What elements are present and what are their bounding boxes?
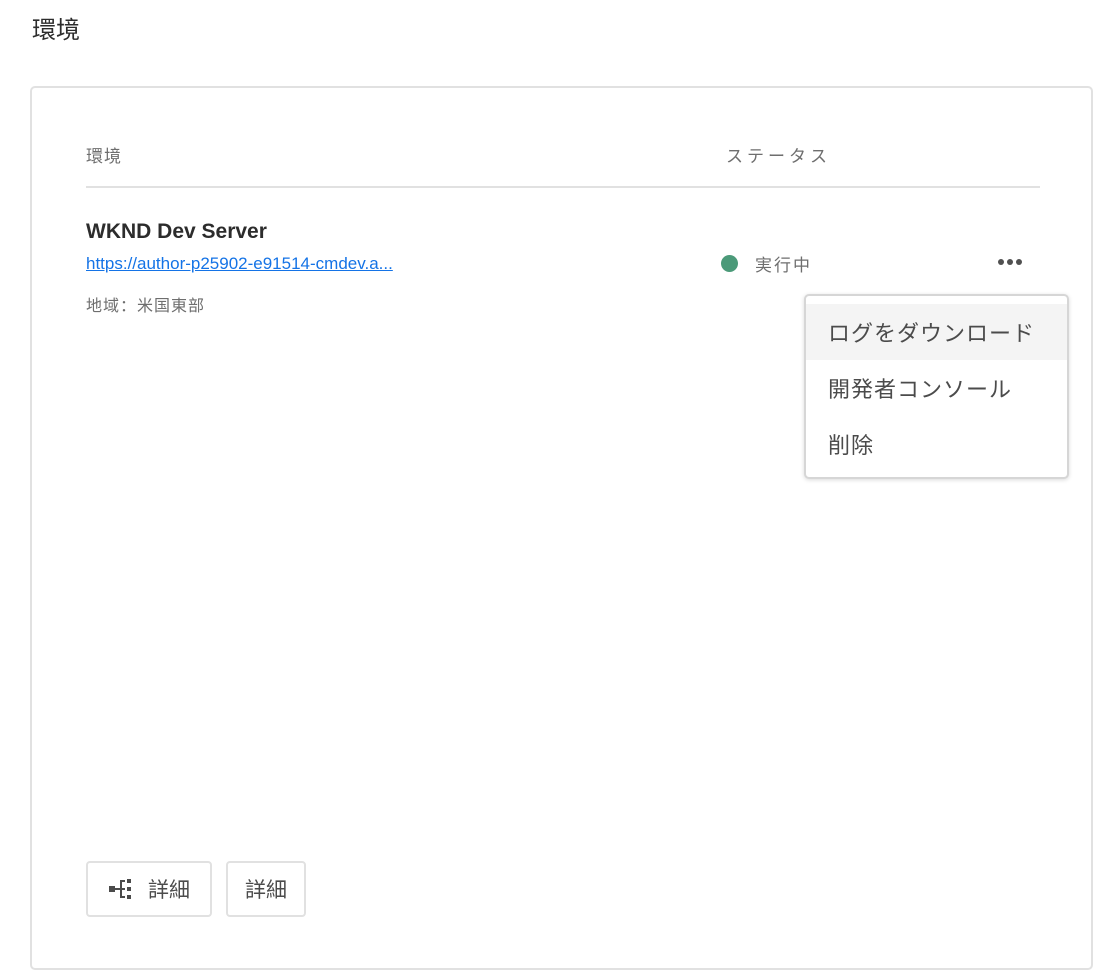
- details-button-label: 詳細: [245, 878, 287, 902]
- environment-url-link[interactable]: https://author-p25902-e91514-cmdev.a...: [86, 254, 393, 274]
- details-button-with-icon[interactable]: 詳細: [86, 861, 212, 917]
- more-dot-icon: [1007, 259, 1013, 265]
- column-header-status: ステータス: [726, 147, 831, 167]
- column-header-environment: 環境: [86, 147, 122, 167]
- actions-menu: ログをダウンロード 開発者コンソール 削除: [804, 294, 1069, 479]
- more-dot-icon: [1016, 259, 1022, 265]
- details-button-label: 詳細: [148, 878, 190, 902]
- status-text: 実行中: [755, 256, 812, 276]
- environment-card: 環境 ステータス WKND Dev Server https://author-…: [30, 86, 1093, 970]
- header-divider: [86, 186, 1040, 188]
- tree-hierarchy-icon: [108, 877, 134, 901]
- menu-item-delete[interactable]: 削除: [806, 416, 1067, 472]
- status-dot-icon: [721, 255, 738, 272]
- status-indicator: 実行中: [721, 251, 812, 276]
- menu-item-developer-console[interactable]: 開発者コンソール: [806, 360, 1067, 416]
- more-dot-icon: [998, 259, 1004, 265]
- menu-item-download-logs[interactable]: ログをダウンロード: [806, 304, 1067, 360]
- details-button[interactable]: 詳細: [226, 861, 306, 917]
- more-actions-button[interactable]: [990, 248, 1030, 276]
- environment-name: WKND Dev Server: [86, 220, 267, 243]
- page-title: 環境: [32, 16, 80, 44]
- environment-region: 地域：米国東部: [86, 296, 206, 315]
